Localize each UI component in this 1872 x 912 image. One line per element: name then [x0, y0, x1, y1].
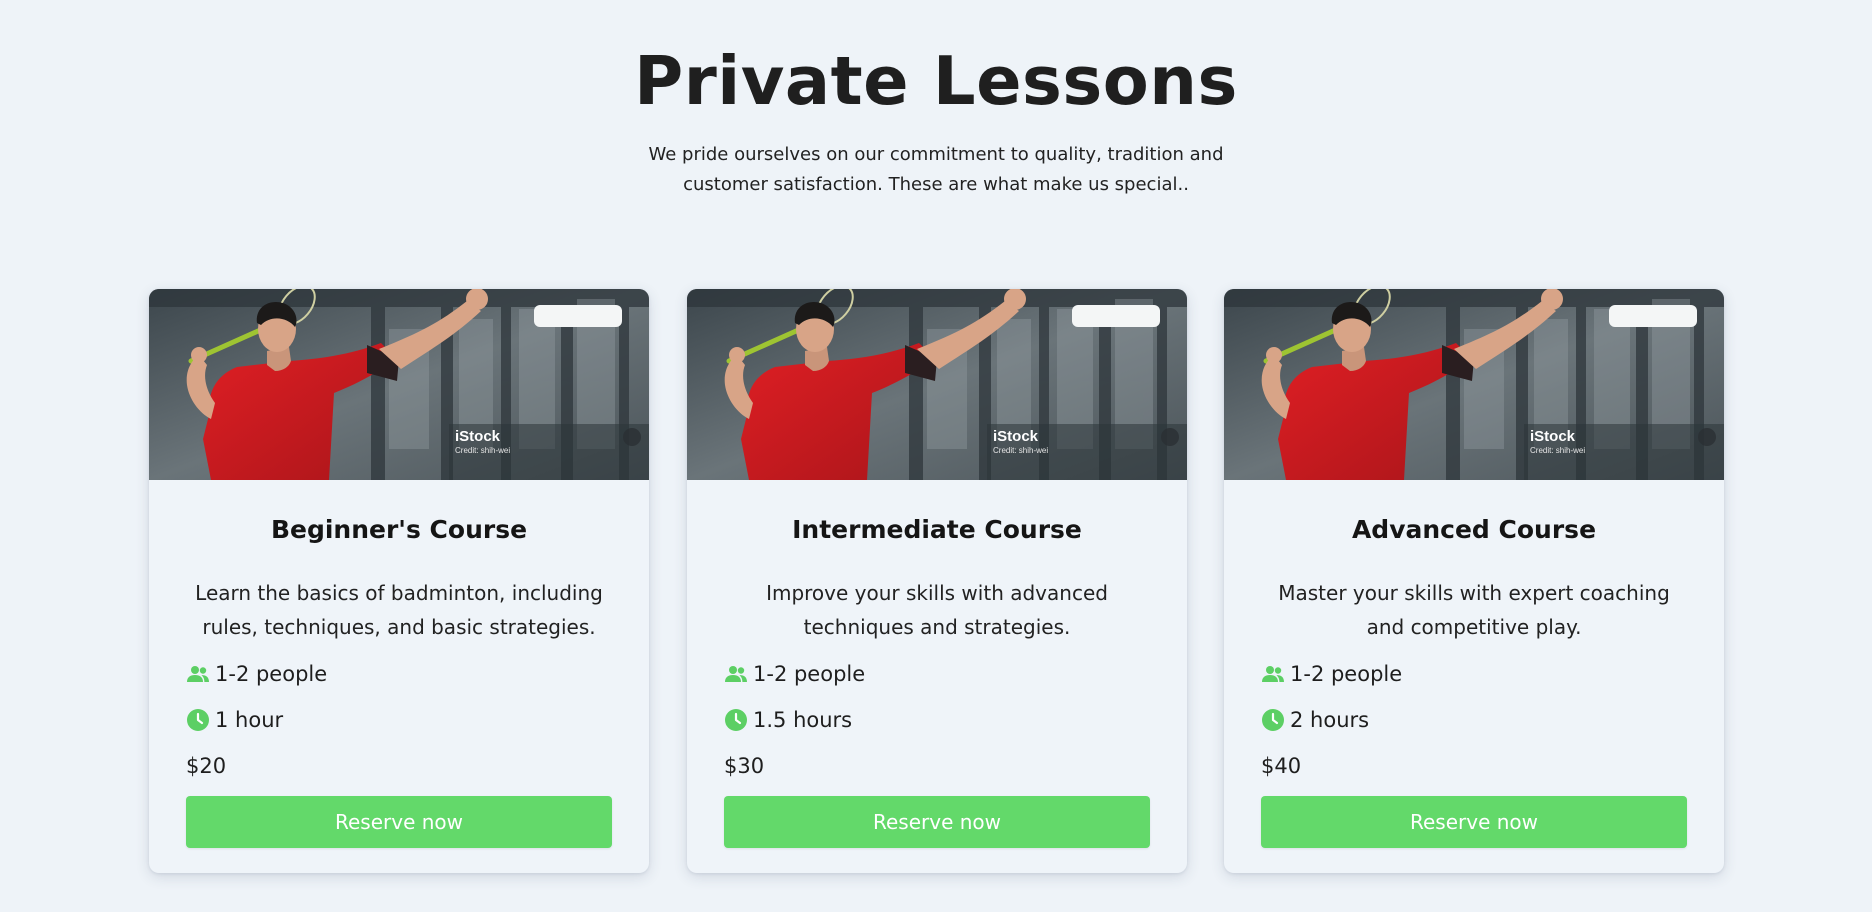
- badminton-player-photo: iStock Credit: shih-wei: [1224, 289, 1724, 480]
- people-icon: [187, 666, 209, 682]
- duration-info: 1.5 hours: [724, 705, 852, 735]
- watermark-credit: Credit: shih-wei: [993, 446, 1048, 455]
- watermark-brand: iStock: [993, 428, 1039, 445]
- watermark-brand: iStock: [1530, 428, 1576, 445]
- course-duration: 2 hours: [1290, 708, 1370, 732]
- page-subtitle: We pride ourselves on our commitment to …: [648, 144, 1224, 195]
- course-description: Learn the basics of badminton, including…: [195, 581, 603, 639]
- course-card-advanced: iStock Credit: shih-wei Advanced Course …: [1224, 289, 1724, 873]
- course-title: Advanced Course: [1351, 515, 1597, 544]
- watermark-credit: Credit: shih-wei: [1530, 446, 1585, 455]
- watermark-brand: iStock: [455, 428, 501, 445]
- people-icon: [1262, 666, 1284, 682]
- watermark-credit: Credit: shih-wei: [455, 446, 510, 455]
- clock-icon: [1262, 709, 1284, 731]
- badminton-player-photo: iStock Credit: shih-wei: [687, 289, 1187, 480]
- people-count: 1-2 people: [753, 662, 866, 686]
- duration-info: 1 hour: [186, 705, 283, 735]
- people-info: 1-2 people: [1261, 659, 1402, 689]
- people-count: 1-2 people: [215, 662, 328, 686]
- course-title: Intermediate Course: [792, 515, 1082, 544]
- course-price: $20: [186, 754, 227, 778]
- reserve-button[interactable]: Reserve now: [186, 796, 612, 848]
- people-info: 1-2 people: [724, 659, 865, 689]
- people-count: 1-2 people: [1290, 662, 1403, 686]
- course-title: Beginner's Course: [270, 515, 528, 544]
- badminton-player-photo: iStock Credit: shih-wei: [149, 289, 649, 480]
- course-card-intermediate: iStock Credit: shih-wei Intermediate Cou…: [687, 289, 1187, 873]
- course-duration: 1.5 hours: [753, 708, 853, 732]
- course-duration: 1 hour: [215, 708, 284, 732]
- reserve-button[interactable]: Reserve now: [724, 796, 1150, 848]
- reserve-button[interactable]: Reserve now: [1261, 796, 1687, 848]
- course-description: Improve your skills with advanced techni…: [766, 581, 1108, 639]
- people-icon: [725, 666, 747, 682]
- duration-info: 2 hours: [1261, 705, 1369, 735]
- course-price: $40: [1261, 754, 1302, 778]
- page-title: Private Lessons: [634, 42, 1238, 120]
- clock-icon: [187, 709, 209, 731]
- people-info: 1-2 people: [186, 659, 327, 689]
- course-price: $30: [724, 754, 765, 778]
- clock-icon: [725, 709, 747, 731]
- course-description: Master your skills with expert coaching …: [1278, 581, 1670, 639]
- course-card-beginner: iStock Credit: shih-wei Beginner's Cours…: [149, 289, 649, 873]
